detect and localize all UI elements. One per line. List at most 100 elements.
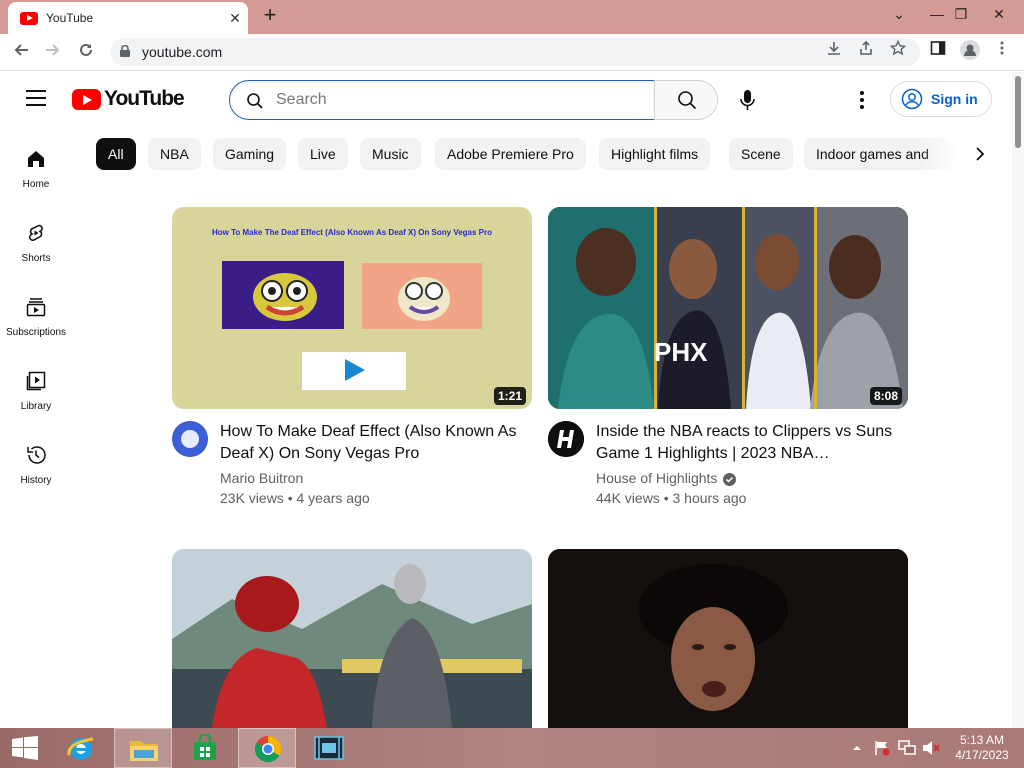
action-center-flag-icon[interactable]	[874, 740, 890, 756]
url-text[interactable]: youtube.com	[142, 44, 222, 60]
chrome-button[interactable]	[238, 728, 296, 768]
tab-close-icon[interactable]: ✕	[222, 10, 248, 27]
side-panel-icon[interactable]	[926, 40, 950, 64]
video-thumbnail[interactable]	[172, 549, 532, 728]
chip-highlight-films[interactable]: Highlight films	[599, 138, 711, 170]
page-scrollbar[interactable]	[1012, 72, 1024, 728]
video-duration: 1:21	[493, 387, 526, 405]
forward-icon[interactable]	[40, 40, 66, 64]
video-duration: 8:08	[869, 387, 902, 405]
sidebar-item-label: Subscriptions	[5, 327, 67, 338]
channel-avatar[interactable]	[548, 421, 584, 457]
chip-fade	[920, 138, 960, 170]
chip-nba[interactable]: NBA	[148, 138, 201, 170]
profile-icon[interactable]	[958, 40, 982, 64]
youtube-logo[interactable]: YouTube	[72, 87, 185, 110]
video-editor-icon	[314, 736, 344, 760]
video-metadata: 23K views • 4 years ago	[220, 490, 370, 506]
youtube-play-icon	[72, 88, 101, 110]
home-icon	[28, 151, 44, 167]
file-explorer-icon	[130, 741, 158, 761]
sign-in-label: Sign in	[931, 91, 978, 107]
lock-icon[interactable]	[120, 45, 130, 57]
system-clock[interactable]: 5:13 AM 4/17/2023	[950, 733, 1014, 763]
volume-muted-icon[interactable]	[922, 740, 940, 756]
video-title[interactable]: How To Make Deaf Effect (Also Known As D…	[220, 421, 520, 465]
thumbnail-caption: How To Make The Deaf Effect (Also Known …	[211, 228, 493, 237]
new-tab-button[interactable]: +	[258, 4, 282, 28]
chrome-icon	[254, 735, 282, 763]
video-title[interactable]: Inside the NBA reacts to Clippers vs Sun…	[596, 421, 896, 465]
chip-adobe-premiere-pro[interactable]: Adobe Premiere Pro	[435, 138, 586, 170]
sidebar-item-label: History	[20, 475, 52, 486]
restore-window-button[interactable]: ❐	[944, 0, 978, 28]
close-window-button[interactable]: ✕	[982, 0, 1016, 28]
store-button[interactable]	[176, 728, 234, 768]
channel-avatar[interactable]	[172, 421, 208, 457]
klasky-csupo-face-image	[222, 261, 344, 329]
video-player-preview	[302, 352, 406, 390]
back-icon[interactable]	[8, 40, 34, 64]
youtube-header: YouTube Sign in	[0, 72, 1012, 128]
windows-taskbar: 5:13 AM 4/17/2023	[0, 728, 1024, 768]
browser-tab-strip: YouTube ✕ + ⌄ — ❐ ✕	[0, 0, 1024, 34]
chip-gaming[interactable]: Gaming	[213, 138, 287, 170]
chip-all[interactable]: All	[96, 138, 136, 170]
clock-date: 4/17/2023	[955, 748, 1009, 762]
nba-panel-image	[548, 207, 908, 409]
klasky-csupo-face-image	[362, 263, 482, 329]
sidebar-item-subscriptions[interactable]: Subscriptions	[0, 296, 72, 366]
subscriptions-icon	[26, 298, 46, 317]
show-hidden-icons-icon[interactable]	[852, 743, 862, 753]
chip-music[interactable]: Music	[360, 138, 421, 170]
search-input[interactable]	[276, 89, 636, 111]
sidebar-item-shorts[interactable]: Shorts	[0, 222, 72, 292]
clock-time: 5:13 AM	[959, 733, 1005, 747]
tab-title: YouTube	[46, 11, 94, 25]
chip-live[interactable]: Live	[298, 138, 348, 170]
sidebar-item-library[interactable]: Library	[0, 370, 72, 440]
tab-search-icon[interactable]: ⌄	[882, 0, 916, 28]
history-icon	[27, 446, 46, 464]
address-bar[interactable]: youtube.com	[110, 38, 920, 66]
settings-menu-icon[interactable]	[852, 88, 872, 112]
video-thumbnail[interactable]: PHX 8:08	[548, 207, 908, 409]
sidebar-item-label: Shorts	[21, 253, 51, 264]
kebab-menu-icon[interactable]	[990, 40, 1014, 64]
chip-next-arrow-icon[interactable]	[966, 140, 994, 168]
download-icon[interactable]	[822, 40, 846, 64]
video-thumbnail[interactable]: How To Make The Deaf Effect (Also Known …	[172, 207, 532, 409]
windows-start-button[interactable]	[0, 728, 58, 768]
internet-explorer-button[interactable]	[52, 728, 110, 768]
search-icon	[678, 91, 697, 110]
internet-explorer-icon	[67, 737, 94, 760]
chip-scene[interactable]: Scene	[729, 138, 793, 170]
windows-start-icon	[12, 736, 38, 760]
youtube-favicon-icon	[20, 11, 38, 25]
channel-name[interactable]: House of Highlights	[596, 470, 717, 486]
network-icon[interactable]	[898, 740, 916, 756]
sidebar-item-label: Home	[22, 179, 50, 190]
menu-icon[interactable]	[26, 90, 46, 106]
store-icon	[194, 734, 216, 760]
sign-in-button[interactable]: Sign in	[890, 81, 992, 117]
share-icon[interactable]	[854, 40, 878, 64]
scrollbar-thumb[interactable]	[1015, 76, 1021, 148]
shorts-icon	[28, 224, 43, 241]
channel-name[interactable]: Mario Buitron	[220, 470, 303, 486]
library-icon	[26, 371, 46, 391]
search-button[interactable]	[654, 80, 718, 120]
star-icon[interactable]	[886, 39, 910, 64]
video-thumbnail[interactable]	[548, 549, 908, 728]
browser-tab-youtube[interactable]: YouTube ✕	[8, 2, 248, 34]
logo-text: YouTube	[104, 87, 185, 110]
video-editor-button[interactable]	[300, 728, 358, 768]
voice-search-button[interactable]	[728, 80, 768, 120]
search-box[interactable]	[229, 80, 655, 120]
file-explorer-button[interactable]	[114, 728, 172, 768]
reload-icon[interactable]	[73, 40, 99, 64]
sidebar-item-label: Library	[20, 401, 52, 412]
account-icon	[901, 88, 923, 110]
sidebar-item-home[interactable]: Home	[0, 148, 72, 218]
sidebar-item-history[interactable]: History	[0, 444, 72, 514]
